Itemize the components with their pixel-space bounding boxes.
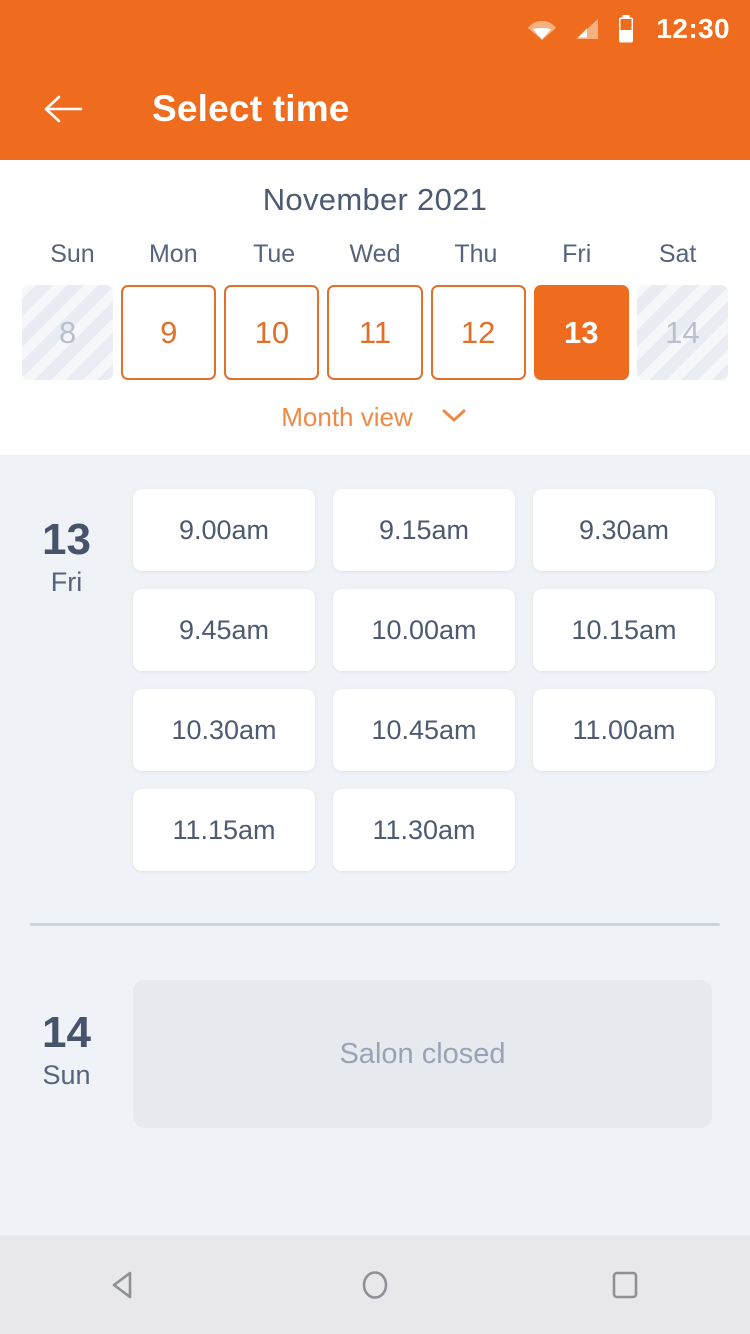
date-cell-13[interactable]: 13 (533, 285, 629, 380)
time-slot[interactable]: 10.45am (333, 689, 515, 771)
salon-closed-panel: Salon closed (133, 980, 712, 1128)
schedule-body: 13 Fri 9.00am 9.15am 9.30am 9.45am 10.00… (0, 455, 750, 1235)
time-slot[interactable]: 10.30am (133, 689, 315, 771)
android-recents-button[interactable] (570, 1250, 680, 1320)
day-number: 14 (42, 1008, 91, 1057)
day-label-13: 13 Fri (0, 489, 133, 871)
battery-icon (617, 15, 635, 43)
android-recents-icon (612, 1271, 638, 1298)
weekday-label: Sat (658, 240, 697, 268)
android-home-icon (362, 1270, 388, 1299)
status-bar: 12:30 (0, 0, 750, 58)
day-section-13: 13 Fri 9.00am 9.15am 9.30am 9.45am 10.00… (0, 455, 750, 871)
time-slot[interactable]: 11.15am (133, 789, 315, 871)
time-slot[interactable]: 10.15am (533, 589, 715, 671)
cellular-signal-icon (574, 17, 600, 41)
weekday-label: Fri (562, 240, 592, 268)
weekday-label: Wed (349, 240, 401, 268)
calendar-month-title: November 2021 (262, 182, 488, 217)
chevron-down-icon (439, 406, 469, 429)
date-cell-row: 8 9 10 11 12 13 14 (0, 285, 750, 380)
back-arrow-icon (44, 95, 83, 123)
date-cell-11[interactable]: 11 (327, 285, 423, 380)
phone-screen: 12:30 Select time November 2021 Sun Mon … (0, 0, 750, 1334)
month-view-toggle[interactable]: Month view (0, 402, 750, 433)
back-button[interactable] (34, 81, 90, 137)
weekday-label: Mon (148, 240, 198, 268)
status-bar-time: 12:30 (656, 13, 730, 44)
time-slot[interactable]: 10.00am (333, 589, 515, 671)
date-cell-8: 8 (22, 285, 114, 380)
date-cell-12[interactable]: 12 (430, 285, 526, 380)
time-slot[interactable]: 11.30am (333, 789, 515, 871)
time-slot[interactable]: 9.00am (133, 489, 315, 571)
time-slot-grid: 9.00am 9.15am 9.30am 9.45am 10.00am 10.1… (133, 489, 750, 871)
day-of-week: Fri (50, 567, 83, 598)
date-cell-10[interactable]: 10 (224, 285, 320, 380)
month-view-label: Month view (281, 402, 413, 432)
time-slot[interactable]: 9.30am (533, 489, 715, 571)
calendar-strip: November 2021 Sun Mon Tue Wed Thu Fri Sa… (0, 160, 750, 455)
time-slot[interactable]: 11.00am (533, 689, 715, 771)
day-label-14: 14 Sun (0, 980, 133, 1128)
date-cell-9[interactable]: 9 (121, 285, 217, 380)
time-slot[interactable]: 9.45am (133, 589, 315, 671)
weekday-header-row: Sun Mon Tue Wed Thu Fri Sat (0, 240, 750, 269)
weekday-label: Tue (253, 240, 296, 268)
time-slot[interactable]: 9.15am (333, 489, 515, 571)
app-bar: Select time (0, 58, 750, 160)
android-back-icon (112, 1271, 132, 1298)
android-nav-bar (0, 1235, 750, 1334)
date-cell-14: 14 (636, 285, 728, 380)
android-back-button[interactable] (70, 1250, 180, 1320)
wifi-icon (527, 17, 557, 41)
weekday-label: Thu (454, 240, 498, 268)
day-number: 13 (42, 515, 91, 564)
android-home-button[interactable] (320, 1250, 430, 1320)
day-section-14: 14 Sun Salon closed (0, 926, 750, 1128)
day-of-week: Sun (42, 1060, 91, 1091)
page-title: Select time (152, 88, 350, 129)
weekday-label: Sun (50, 240, 95, 268)
